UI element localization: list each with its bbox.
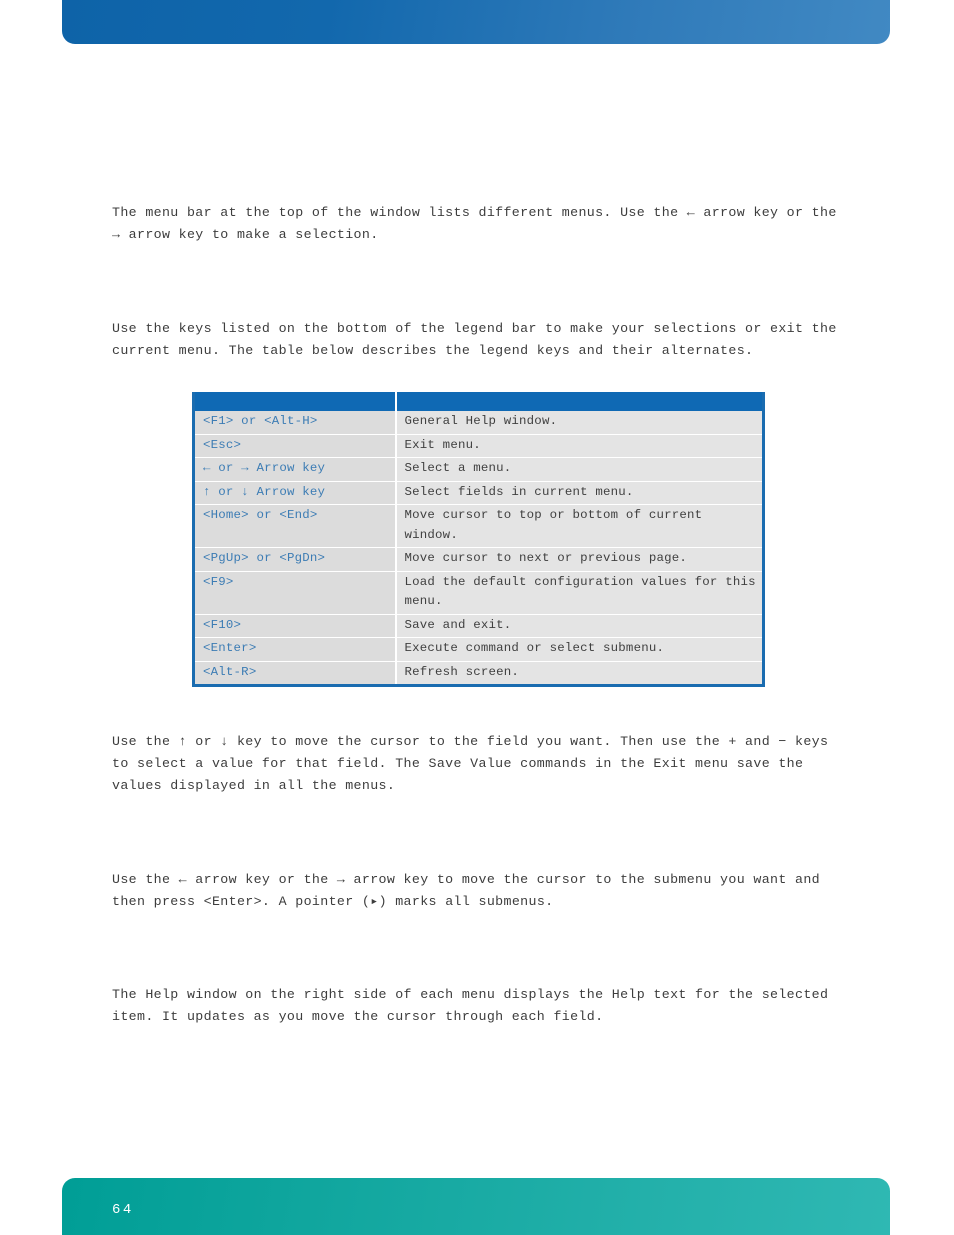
legend-table-row: ↑ or ↓ Arrow key Select fields in current… <box>193 481 764 505</box>
page-footer-banner <box>62 1178 890 1235</box>
paragraph-legend-bar: Use the keys listed on the bottom of the… <box>112 321 837 358</box>
paragraph-submenu-block: Use the ← arrow key or the → arrow key t… <box>112 869 839 935</box>
paragraph-menu-bar-block: The menu bar at the top of the window li… <box>112 202 839 268</box>
legend-keys-table-wrapper: <F1> or <Alt-H> General Help window. <Esc>… <box>192 392 765 687</box>
legend-key-cell: <Esc> <box>193 434 397 458</box>
legend-table-row: ← or → Arrow key Select a menu. <box>193 457 764 482</box>
paragraph-help-window-block: The Help window on the right side of eac… <box>112 984 839 1050</box>
legend-description-cell: Exit menu. <box>395 434 764 458</box>
legend-description-cell: Refresh screen. <box>395 661 764 686</box>
legend-key-cell: <Enter> <box>193 637 397 662</box>
paragraph-field-selection-block: Use the ↑ or ↓ key to move the cursor to… <box>112 731 839 819</box>
legend-key-cell: <PgUp> or <PgDn> <box>193 547 397 572</box>
legend-table-header-row <box>193 392 764 411</box>
paragraph-field-selection: Use the ↑ or ↓ key to move the cursor to… <box>112 734 829 793</box>
legend-description-cell: General Help window. <box>395 411 764 435</box>
legend-description-cell: Move cursor to next or previous page. <box>395 547 764 572</box>
legend-description-cell: Save and exit. <box>395 614 764 638</box>
legend-description-cell: Select fields in current menu. <box>395 481 764 505</box>
legend-key-cell: <F10> <box>193 614 397 638</box>
paragraph-legend-bar-block: Use the keys listed on the bottom of the… <box>112 318 839 384</box>
legend-key-cell: <Home> or <End> <box>193 504 397 548</box>
legend-table-row: <F10> Save and exit. <box>193 614 764 638</box>
legend-description-cell: Load the default configuration values fo… <box>395 571 764 615</box>
paragraph-menu-bar: The menu bar at the top of the window li… <box>112 205 837 242</box>
legend-table-body: <F1> or <Alt-H> General Help window. <Esc>… <box>193 411 764 686</box>
legend-key-cell: ← or → Arrow key <box>193 457 397 482</box>
legend-key-cell: <F9> <box>193 571 397 615</box>
legend-key-cell: <Alt-R> <box>193 661 397 686</box>
legend-table-row: <Home> or <End> Move cursor to top or bot… <box>193 504 764 548</box>
page-number: 64 <box>112 1202 134 1218</box>
legend-table-row: <PgUp> or <PgDn> Move cursor to next or p… <box>193 547 764 572</box>
legend-description-cell: Move cursor to top or bottom of current … <box>395 504 764 548</box>
page-header-banner <box>62 0 890 44</box>
legend-table-row: <Alt-R> Refresh screen. <box>193 661 764 686</box>
legend-description-cell: Select a menu. <box>395 457 764 482</box>
legend-table-head <box>193 392 764 411</box>
legend-header-description <box>395 392 764 411</box>
legend-table-row: <F1> or <Alt-H> General Help window. <box>193 411 764 435</box>
legend-header-key <box>193 392 397 411</box>
legend-description-cell: Execute command or select submenu. <box>395 637 764 662</box>
legend-key-cell: ↑ or ↓ Arrow key <box>193 481 397 505</box>
paragraph-help-window: The Help window on the right side of eac… <box>112 987 829 1024</box>
paragraph-submenu: Use the ← arrow key or the → arrow key t… <box>112 872 821 909</box>
legend-table-row: <F9> Load the default configuration value… <box>193 571 764 615</box>
legend-keys-table: <F1> or <Alt-H> General Help window. <Esc>… <box>192 392 765 687</box>
legend-key-cell: <F1> or <Alt-H> <box>193 411 397 435</box>
legend-table-row: <Esc> Exit menu. <box>193 434 764 458</box>
legend-table-row: <Enter> Execute command or select submenu… <box>193 637 764 662</box>
